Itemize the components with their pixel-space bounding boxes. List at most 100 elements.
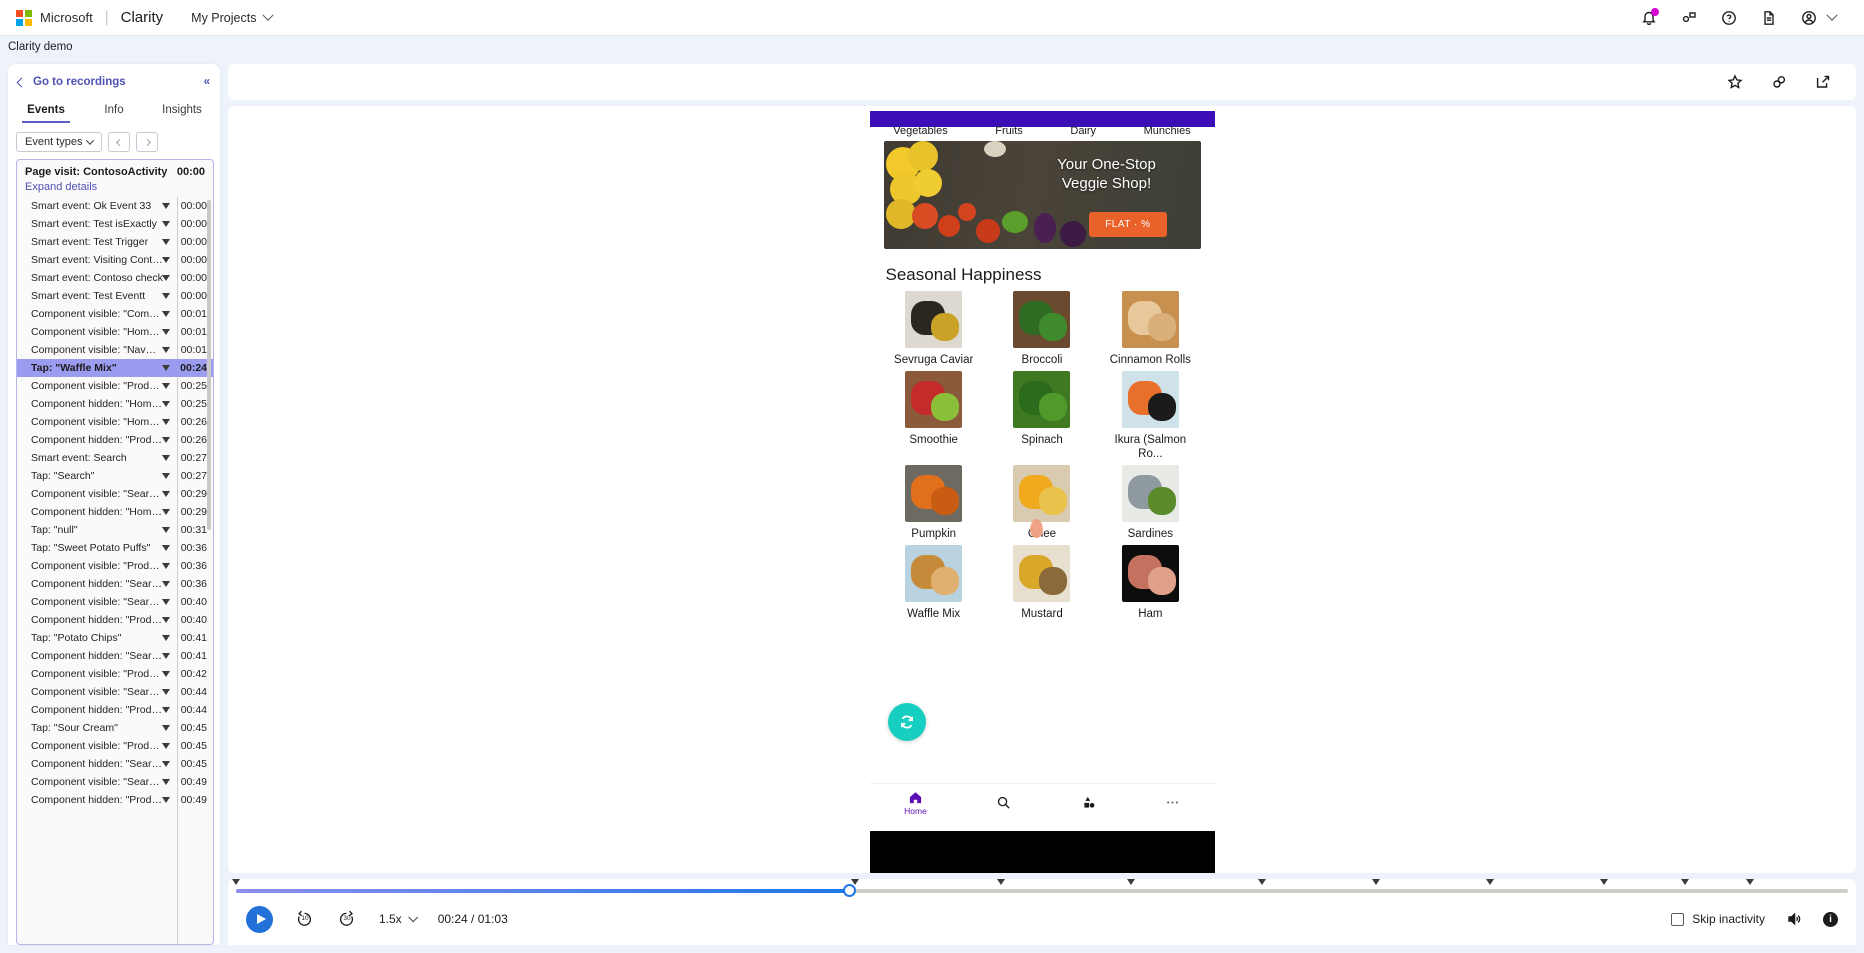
- event-row[interactable]: Component visible: "CommonFr... 00:01: [17, 305, 213, 323]
- event-row[interactable]: Tap: "Sweet Potato Puffs" 00:36: [17, 539, 213, 557]
- help-icon[interactable]: [1720, 9, 1738, 27]
- timeline-marker[interactable]: [1371, 879, 1380, 885]
- product-card[interactable]: Ikura (Salmon Ro...: [1096, 371, 1204, 461]
- account-icon[interactable]: [1800, 9, 1818, 27]
- timeline-marker[interactable]: [232, 879, 240, 885]
- nav-item-fruits[interactable]: Fruits: [995, 125, 1023, 137]
- event-row[interactable]: Component visible: "SearchFrag... 00:44: [17, 683, 213, 701]
- promo-cta-button[interactable]: FLAT · %: [1089, 212, 1167, 237]
- event-types-dropdown[interactable]: Event types: [16, 132, 103, 152]
- event-row[interactable]: Component hidden: "HomeFrag... 00:29: [17, 503, 213, 521]
- event-row[interactable]: Component hidden: "ProductFra... 00:49: [17, 791, 213, 809]
- tab-events[interactable]: Events: [12, 98, 80, 123]
- event-row[interactable]: Component visible: "HomeFrag... 00:26: [17, 413, 213, 431]
- event-list[interactable]: Smart event: Ok Event 33 00:00 Smart event…: [17, 197, 213, 944]
- event-row[interactable]: Component hidden: "HomeFrag... 00:25: [17, 395, 213, 413]
- event-row[interactable]: Component hidden: "ProductFra... 00:40: [17, 611, 213, 629]
- event-row[interactable]: Component visible: "ProductFrag... 00:25: [17, 377, 213, 395]
- page-visit-row[interactable]: Page visit: ContosoActivity 00:00: [17, 160, 213, 181]
- event-row[interactable]: Tap: "Search" 00:27: [17, 467, 213, 485]
- skip-inactivity-checkbox[interactable]: [1671, 912, 1685, 926]
- next-event-button[interactable]: [136, 132, 159, 152]
- event-row[interactable]: Component visible: "HomeFrag... 00:01: [17, 323, 213, 341]
- event-row[interactable]: Smart event: Search 00:27: [17, 449, 213, 467]
- event-row[interactable]: Component visible: "ProductFrag... 00:42: [17, 665, 213, 683]
- bottom-nav-search[interactable]: [996, 795, 1011, 810]
- event-row[interactable]: Tap: "Potato Chips" 00:41: [17, 629, 213, 647]
- product-card[interactable]: Mustard: [988, 545, 1096, 621]
- previous-event-button[interactable]: [108, 132, 131, 152]
- event-row[interactable]: Component visible: "SearchFrag... 00:49: [17, 773, 213, 791]
- promo-banner[interactable]: Your One-Stop Veggie Shop! FLAT · %: [883, 141, 1201, 249]
- bottom-nav-categories[interactable]: [1081, 795, 1096, 810]
- volume-icon[interactable]: [1785, 910, 1803, 928]
- event-row[interactable]: Component visible: "ProductFrag... 00:36: [17, 557, 213, 575]
- event-list-scrollbar[interactable]: [207, 200, 211, 530]
- tab-info[interactable]: Info: [80, 98, 148, 123]
- docs-icon[interactable]: [1760, 9, 1778, 27]
- product-card[interactable]: Pumpkin: [880, 465, 988, 541]
- event-marker-icon: [162, 347, 170, 353]
- timeline-scrubber-handle[interactable]: [842, 884, 856, 897]
- event-row[interactable]: Component hidden: "SearchFrag... 00:36: [17, 575, 213, 593]
- timeline-marker[interactable]: [1599, 879, 1608, 885]
- event-row[interactable]: Component hidden: "ProductFra... 00:26: [17, 431, 213, 449]
- feedback-icon[interactable]: [1680, 9, 1698, 27]
- share-icon[interactable]: [1814, 73, 1832, 91]
- timeline-marker[interactable]: [1485, 879, 1494, 885]
- event-row[interactable]: Component hidden: "SearchFrag... 00:41: [17, 647, 213, 665]
- event-row[interactable]: Smart event: Test Trigger 00:00: [17, 233, 213, 251]
- event-row[interactable]: Tap: "Waffle Mix" 00:24: [17, 359, 213, 377]
- event-row[interactable]: Component visible: "SearchFrag... 00:29: [17, 485, 213, 503]
- event-row[interactable]: Smart event: Ok Event 33 00:00: [17, 197, 213, 215]
- product-card[interactable]: Sevruga Caviar: [880, 291, 988, 367]
- product-card[interactable]: Ham: [1096, 545, 1204, 621]
- timeline-track[interactable]: [236, 884, 1848, 897]
- event-row[interactable]: Tap: "Sour Cream" 00:45: [17, 719, 213, 737]
- timeline-marker[interactable]: [1127, 879, 1136, 885]
- event-row[interactable]: Component visible: "SearchFrag... 00:40: [17, 593, 213, 611]
- nav-item-munchies[interactable]: Munchies: [1144, 125, 1191, 137]
- nav-item-vegetables[interactable]: Vegetables: [893, 125, 947, 137]
- event-row[interactable]: Component hidden: "SearchFrag... 00:45: [17, 755, 213, 773]
- rewind-10-button[interactable]: 10: [295, 909, 315, 929]
- account-chevron-down-icon[interactable]: [1826, 9, 1838, 21]
- event-marker-icon: [162, 509, 170, 515]
- event-row[interactable]: Component visible: "NavHostFra... 00:01: [17, 341, 213, 359]
- timeline-marker[interactable]: [1680, 879, 1689, 885]
- timeline-marker[interactable]: [997, 879, 1006, 885]
- event-row[interactable]: Component hidden: "ProductFra... 00:44: [17, 701, 213, 719]
- collapse-sidebar-button[interactable]: «: [204, 76, 210, 88]
- event-row[interactable]: Component visible: "ProductFrag... 00:45: [17, 737, 213, 755]
- product-card[interactable]: Cinnamon Rolls: [1096, 291, 1204, 367]
- playback-speed-dropdown[interactable]: 1.5x: [379, 911, 418, 926]
- play-button[interactable]: [246, 905, 273, 933]
- product-card[interactable]: Smoothie: [880, 371, 988, 461]
- timeline-marker[interactable]: [1746, 879, 1755, 885]
- bottom-nav-more[interactable]: [1165, 795, 1180, 810]
- timeline-marker[interactable]: [1257, 879, 1266, 885]
- copy-link-icon[interactable]: [1770, 73, 1788, 91]
- nav-item-dairy[interactable]: Dairy: [1070, 125, 1096, 137]
- event-row[interactable]: Smart event: Contoso check 00:00: [17, 269, 213, 287]
- event-row[interactable]: Tap: "null" 00:31: [17, 521, 213, 539]
- bottom-nav-home[interactable]: Home: [904, 790, 927, 816]
- forward-30-button[interactable]: 30: [337, 909, 357, 929]
- product-card[interactable]: Sardines: [1096, 465, 1204, 541]
- product-card[interactable]: Waffle Mix: [880, 545, 988, 621]
- event-row-time: 00:29: [180, 488, 207, 500]
- go-to-recordings-link[interactable]: Go to recordings «: [8, 64, 220, 96]
- favorite-star-icon[interactable]: [1726, 73, 1744, 91]
- notification-bell-icon[interactable]: [1640, 7, 1659, 27]
- refresh-fab-button[interactable]: [887, 703, 926, 741]
- event-row[interactable]: Smart event: Visiting ContosoAct... 00:00: [17, 251, 213, 269]
- timeline[interactable]: [228, 879, 1856, 897]
- expand-details-link[interactable]: Expand details: [17, 181, 213, 197]
- tab-insights[interactable]: Insights: [148, 98, 216, 123]
- event-row[interactable]: Smart event: Test isExactly 00:00: [17, 215, 213, 233]
- my-projects-dropdown[interactable]: My Projects: [191, 9, 275, 25]
- info-icon[interactable]: i: [1823, 911, 1838, 927]
- product-card[interactable]: Spinach: [988, 371, 1096, 461]
- product-card[interactable]: Broccoli: [988, 291, 1096, 367]
- event-row[interactable]: Smart event: Test Eventt 00:00: [17, 287, 213, 305]
